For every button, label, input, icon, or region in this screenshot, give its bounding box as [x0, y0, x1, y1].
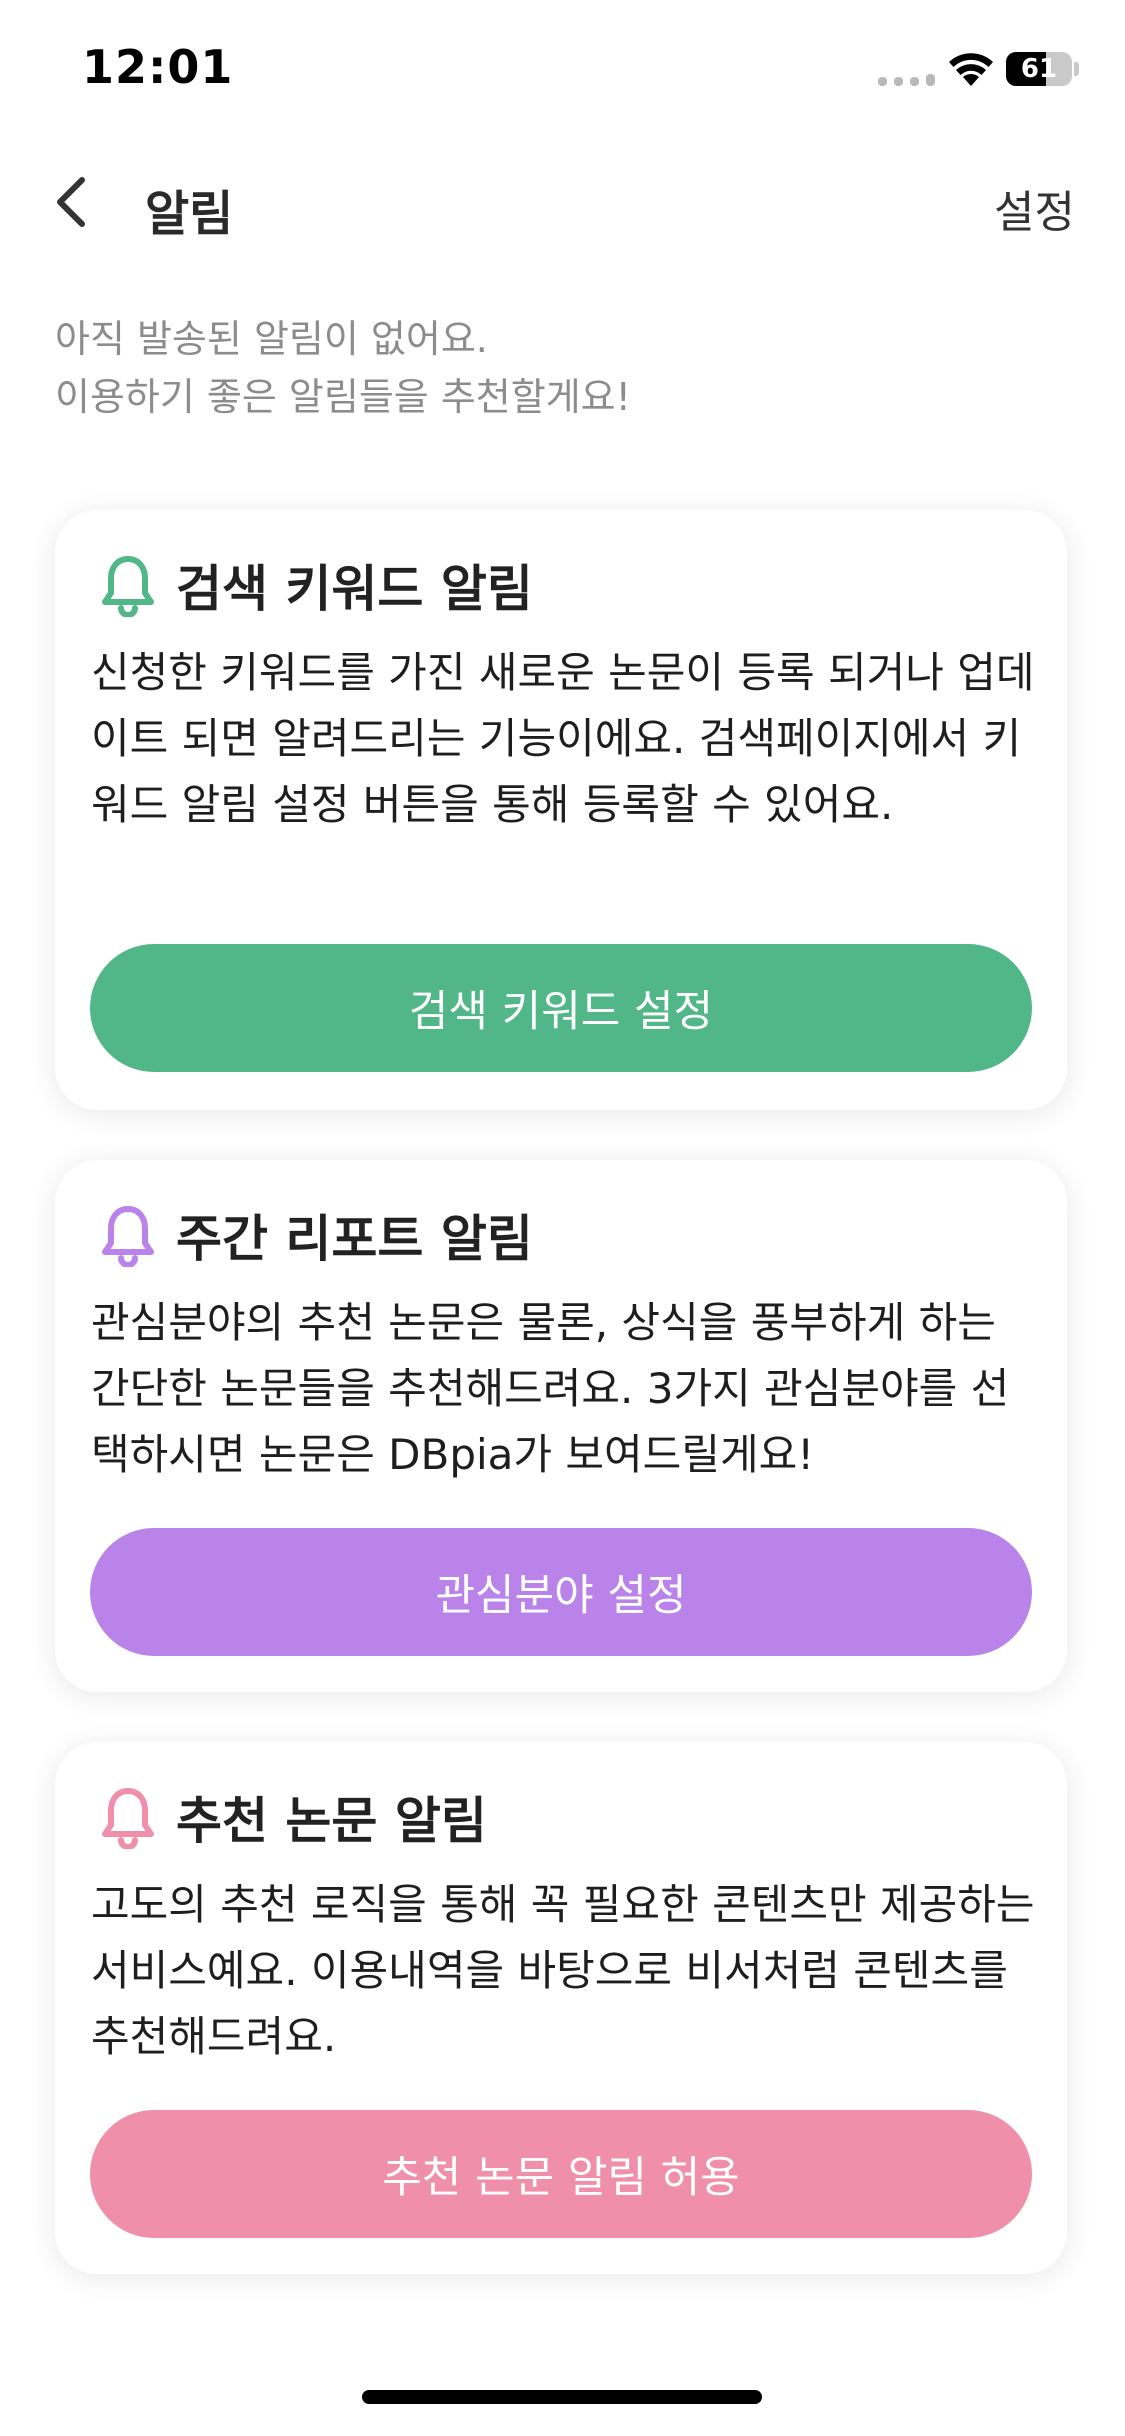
card-header: 추천 논문 알림 — [100, 1782, 487, 1852]
empty-notice: 아직 발송된 알림이 없어요. 이용하기 좋은 알림들을 추천할게요! — [55, 310, 631, 426]
card-description: 고도의 추천 로직을 통해 꼭 필요한 콘텐츠만 제공하는 서비스예요. 이용내… — [91, 1880, 1035, 2061]
nav-header: 알림 설정 — [0, 150, 1125, 260]
home-indicator — [362, 2390, 762, 2404]
page-title: 알림 — [145, 186, 234, 242]
empty-notice-line-1: 아직 발송된 알림이 없어요. — [55, 317, 488, 361]
allow-recommendation-button[interactable]: 추천 논문 알림 허용 — [90, 2110, 1032, 2238]
cellular-signal-icon — [878, 74, 935, 86]
status-bar: 12:01 61 — [0, 0, 1125, 140]
card-description: 관심분야의 추천 논문은 물론, 상식을 풍부하게 하는 간단한 논문들을 추천… — [91, 1298, 1010, 1479]
keyword-alert-card: 검색 키워드 알림 신청한 키워드를 가진 새로운 논문이 등록 되거나 업데이… — [55, 510, 1067, 1110]
card-header: 주간 리포트 알림 — [100, 1200, 533, 1270]
keyword-settings-button[interactable]: 검색 키워드 설정 — [90, 944, 1032, 1072]
card-title: 주간 리포트 알림 — [176, 1210, 533, 1268]
settings-link[interactable]: 설정 — [994, 176, 1075, 240]
battery-icon: 61 — [1006, 52, 1072, 86]
card-description: 신청한 키워드를 가진 새로운 논문이 등록 되거나 업데이트 되면 알려드리는… — [91, 648, 1035, 829]
card-title: 추천 논문 알림 — [176, 1792, 487, 1850]
empty-notice-line-2: 이용하기 좋은 알림들을 추천할게요! — [55, 375, 631, 419]
bell-icon — [102, 1788, 154, 1849]
battery-level: 61 — [1020, 54, 1058, 84]
card-title: 검색 키워드 알림 — [176, 560, 533, 618]
wifi-icon — [949, 53, 993, 86]
bell-icon — [102, 556, 154, 617]
recommended-paper-card: 추천 논문 알림 고도의 추천 로직을 통해 꼭 필요한 콘텐츠만 제공하는 서… — [55, 1742, 1067, 2274]
card-header: 검색 키워드 알림 — [100, 550, 533, 620]
chevron-left-icon[interactable] — [48, 170, 96, 234]
weekly-report-card: 주간 리포트 알림 관심분야의 추천 논문은 물론, 상식을 풍부하게 하는 간… — [55, 1160, 1067, 1692]
battery-cap — [1074, 62, 1079, 76]
bell-icon — [102, 1206, 154, 1267]
interest-settings-button[interactable]: 관심분야 설정 — [90, 1528, 1032, 1656]
status-time: 12:01 — [82, 40, 234, 94]
